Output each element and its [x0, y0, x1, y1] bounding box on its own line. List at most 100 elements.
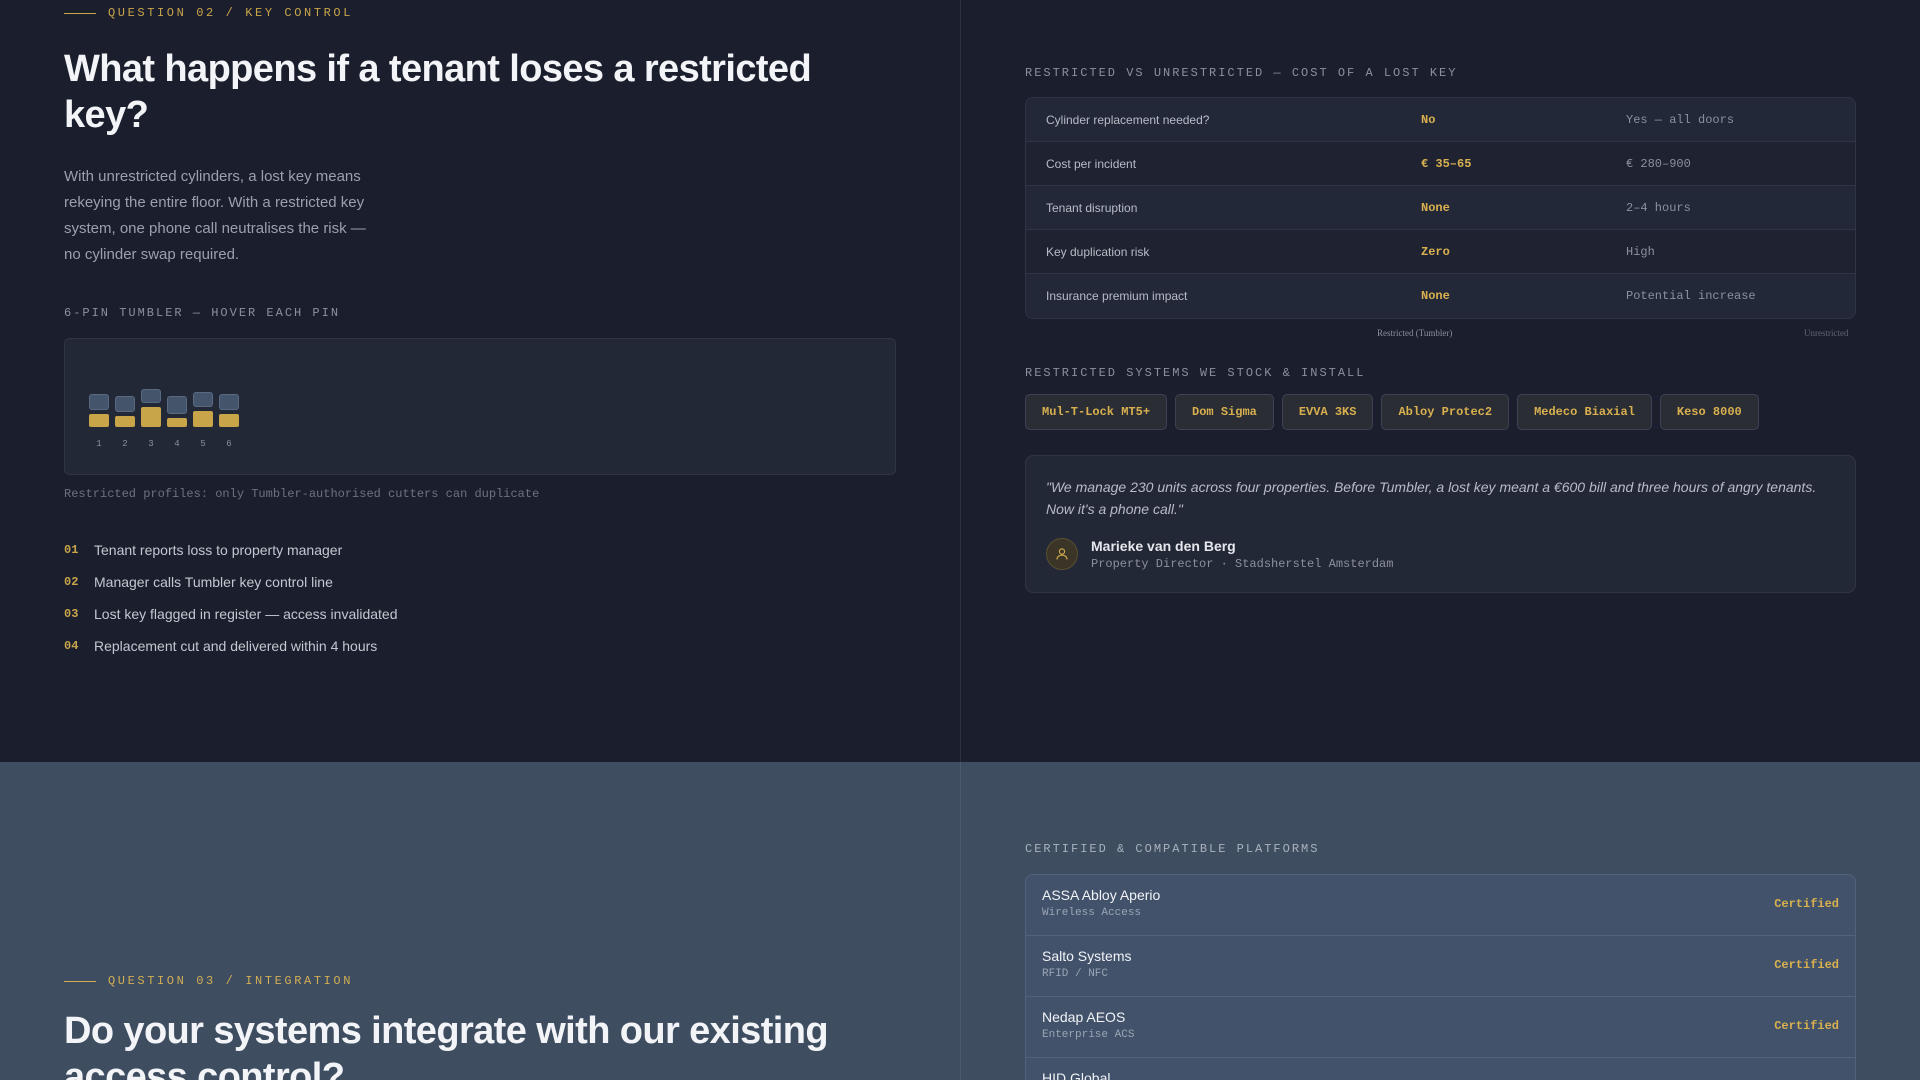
platform-type: RFID / NFC — [1042, 968, 1109, 980]
eyebrow-text: QUESTION 03 / INTEGRATION — [108, 974, 354, 988]
step-number: 01 — [64, 543, 79, 557]
pin-number: 3 — [148, 439, 154, 449]
platform-row[interactable]: HID Global — [1026, 1058, 1855, 1080]
comparison-label: RESTRICTED VS UNRESTRICTED — COST OF A L… — [1025, 66, 1458, 80]
process-step: 04 Replacement cut and delivered within 4… — [64, 630, 398, 662]
system-chip[interactable]: Keso 8000 — [1659, 394, 1759, 430]
comparison-restricted: None — [1421, 200, 1450, 215]
person-icon — [1046, 538, 1078, 570]
question-03-title: Do your systems integrate with our exist… — [64, 1010, 829, 1080]
step-text: Lost key flagged in register — access in… — [94, 606, 398, 622]
system-chip[interactable]: Dom Sigma — [1175, 394, 1274, 430]
pin-number: 6 — [226, 439, 232, 449]
step-text: Manager calls Tumbler key control line — [94, 574, 333, 590]
platform-row[interactable]: ASSA Abloy Aperio Wireless Access Certifie… — [1026, 875, 1855, 936]
comparison-restricted: Zero — [1421, 244, 1450, 259]
question-02-lead: With unrestricted cylinders, a lost key … — [64, 168, 366, 263]
tumbler-pin-1[interactable]: 1 — [89, 363, 109, 449]
driver-pin — [115, 396, 135, 412]
key-pin — [89, 414, 109, 427]
comparison-metric: Key duplication risk — [1046, 244, 1150, 259]
tumbler-pin-3[interactable]: 3 — [141, 363, 161, 449]
key-pin — [219, 414, 239, 427]
comparison-restricted: None — [1421, 289, 1450, 303]
testimonial-quote: "We manage 230 units across four propert… — [1046, 479, 1817, 517]
column-divider-lower — [960, 762, 961, 1080]
question-02-eyebrow: QUESTION 02 / KEY CONTROL — [64, 6, 353, 20]
tumbler-pin-5[interactable]: 5 — [193, 363, 213, 449]
system-chip[interactable]: Mul-T-Lock MT5+ — [1025, 394, 1168, 430]
comparison-unrestricted: Potential increase — [1626, 289, 1756, 303]
process-steps: 01 Tenant reports loss to property manage… — [64, 534, 398, 662]
comparison-metric: Insurance premium impact — [1046, 289, 1188, 303]
tumbler-pin-4[interactable]: 4 — [167, 363, 187, 449]
step-text: Tenant reports loss to property manager — [94, 542, 343, 558]
platform-type: Wireless Access — [1042, 907, 1142, 919]
platform-row[interactable]: Salto Systems RFID / NFC Certified — [1026, 936, 1855, 997]
key-pin — [141, 407, 161, 427]
pin-number: 4 — [174, 439, 180, 449]
platform-status-badge: Certified — [1774, 897, 1839, 911]
tumbler-pins: 1 2 3 4 5 6 — [89, 363, 239, 449]
pin-number: 2 — [122, 439, 128, 449]
system-chip[interactable]: EVVA 3KS — [1281, 394, 1374, 430]
comparison-table: Cylinder replacement needed? No Yes — all … — [1025, 97, 1856, 319]
comparison-metric: Cost per incident — [1046, 156, 1137, 171]
tumbler-widget: 1 2 3 4 5 6 — [64, 338, 896, 475]
comparison-metric: Tenant disruption — [1046, 200, 1138, 215]
process-step: 03 Lost key flagged in register — access … — [64, 598, 398, 630]
tumbler-pin-2[interactable]: 2 — [115, 363, 135, 449]
process-step: 01 Tenant reports loss to property manage… — [64, 534, 398, 566]
testimonial-role: Property Director · Stadsherstel Amsterd… — [1091, 557, 1394, 571]
platform-status-badge: Certified — [1774, 1019, 1839, 1033]
eyebrow-rule — [64, 12, 96, 14]
platform-type: Enterprise ACS — [1042, 1029, 1135, 1041]
comparison-row: Cylinder replacement needed? No Yes — all … — [1026, 98, 1855, 142]
step-number: 04 — [64, 639, 79, 653]
platform-status-badge: Certified — [1774, 958, 1839, 972]
key-pin — [167, 418, 187, 427]
comparison-restricted: € 35–65 — [1421, 156, 1472, 171]
platforms-label: CERTIFIED & COMPATIBLE PLATFORMS — [1025, 842, 1320, 856]
tumbler-pin-6[interactable]: 6 — [219, 363, 239, 449]
integration-section: QUESTION 03 / INTEGRATION Do your system… — [0, 762, 1920, 1080]
step-number: 03 — [64, 607, 79, 621]
systems-chips: Mul-T-Lock MT5+ Dom Sigma EVVA 3KS Abloy Pr… — [1025, 394, 1759, 430]
person-icon-glyph — [1056, 548, 1068, 560]
eyebrow-rule — [64, 980, 96, 982]
question-03-eyebrow: QUESTION 03 / INTEGRATION — [64, 974, 353, 988]
comparison-row: Key duplication risk Zero High — [1026, 230, 1855, 274]
driver-pin — [167, 396, 187, 414]
key-pin — [193, 411, 213, 427]
comparison-unrestricted: 2–4 hours — [1626, 200, 1691, 215]
pin-number: 5 — [200, 439, 206, 449]
process-step: 02 Manager calls Tumbler key control line — [64, 566, 398, 598]
legend-restricted: Restricted (Tumbler) — [1377, 328, 1453, 338]
driver-pin — [193, 392, 213, 407]
legend-unrestricted: Unrestricted — [1804, 328, 1849, 338]
system-chip[interactable]: Medeco Biaxial — [1517, 394, 1652, 430]
question-02-title: What happens if a tenant loses a restric… — [64, 48, 812, 136]
tumbler-caption: Restricted profiles: only Tumbler-author… — [64, 487, 540, 501]
comparison-row: Cost per incident € 35–65 € 280–900 — [1026, 142, 1855, 186]
platform-name: ASSA Abloy Aperio — [1042, 887, 1161, 903]
platform-name: Salto Systems — [1042, 948, 1132, 964]
eyebrow-text: QUESTION 02 / KEY CONTROL — [108, 6, 354, 20]
driver-pin — [89, 394, 109, 410]
system-chip[interactable]: Abloy Protec2 — [1381, 394, 1510, 430]
comparison-row: Tenant disruption None 2–4 hours — [1026, 186, 1855, 230]
comparison-row: Insurance premium impact None Potential in… — [1026, 274, 1855, 318]
platform-row[interactable]: Nedap AEOS Enterprise ACS Certified — [1026, 997, 1855, 1058]
driver-pin — [141, 389, 161, 403]
platforms-list: ASSA Abloy Aperio Wireless Access Certifie… — [1025, 874, 1856, 1080]
pin-number: 1 — [96, 439, 102, 449]
platform-name: HID Global — [1042, 1070, 1111, 1080]
step-text: Replacement cut and delivered within 4 h… — [94, 638, 378, 654]
comparison-unrestricted: High — [1626, 244, 1655, 259]
systems-label: RESTRICTED SYSTEMS WE STOCK & INSTALL — [1025, 366, 1366, 380]
step-number: 02 — [64, 575, 79, 589]
comparison-restricted: No — [1421, 112, 1436, 127]
comparison-unrestricted: € 280–900 — [1626, 156, 1691, 171]
testimonial-name: Marieke van den Berg — [1091, 538, 1236, 554]
driver-pin — [219, 394, 239, 410]
